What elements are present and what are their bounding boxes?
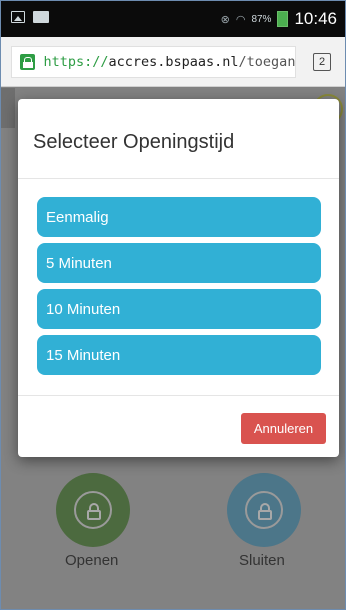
option-5-minuten[interactable]: 5 Minuten: [37, 243, 321, 283]
url-host: accres.bspaas.nl: [108, 54, 239, 70]
wifi-icon: ◠: [235, 13, 246, 26]
option-10-minuten[interactable]: 10 Minuten: [37, 289, 321, 329]
message-notification-icon: [33, 11, 49, 23]
battery-percent: 87%: [251, 13, 272, 25]
open-button-ring: [74, 491, 112, 529]
clock: 10:46: [294, 9, 337, 28]
address-bar[interactable]: https://accres.bspaas.nl/toegang: [11, 46, 296, 78]
option-eenmalig[interactable]: Eenmalig: [37, 197, 321, 237]
close-label: Sluiten: [239, 552, 285, 569]
status-indicators: ⊗ ◠ 87% 10:46: [221, 9, 337, 29]
lock-icon: [258, 503, 272, 520]
option-list[interactable]: Eenmalig 5 Minuten 10 Minuten 15 Minuten: [37, 197, 321, 381]
dialog-header: Selecteer Openingstijd: [18, 99, 339, 179]
url-path: /toegang: [238, 54, 295, 70]
unlock-icon: [87, 503, 101, 520]
option-15-minuten[interactable]: 15 Minuten: [37, 335, 321, 375]
dialog-footer: Annuleren: [18, 395, 339, 457]
image-notification-icon: [11, 11, 25, 23]
close-button[interactable]: [227, 473, 301, 547]
tab-switcher-button[interactable]: 2: [313, 53, 331, 71]
browser-toolbar: https://accres.bspaas.nl/toegang 2: [1, 37, 345, 87]
notification-icons: [11, 11, 49, 23]
lock-icon: [20, 54, 36, 70]
opening-time-dialog: Selecteer Openingstijd Eenmalig 5 Minute…: [18, 99, 339, 457]
dialog-title: Selecteer Openingstijd: [33, 131, 235, 153]
cancel-button[interactable]: Annuleren: [241, 413, 326, 444]
vibrate-icon: ⊗: [220, 13, 230, 26]
side-edge: [1, 88, 15, 128]
close-button-ring: [245, 491, 283, 529]
battery-icon: [277, 11, 289, 27]
status-bar: ⊗ ◠ 87% 10:46: [1, 1, 345, 37]
screen: ⊗ ◠ 87% 10:46 https://accres.bspaas.nl/t…: [0, 0, 346, 610]
open-label: Openen: [65, 552, 119, 569]
url-text: https://accres.bspaas.nl/toegang: [43, 54, 295, 70]
url-scheme: https://: [43, 54, 109, 70]
open-button[interactable]: [56, 473, 130, 547]
